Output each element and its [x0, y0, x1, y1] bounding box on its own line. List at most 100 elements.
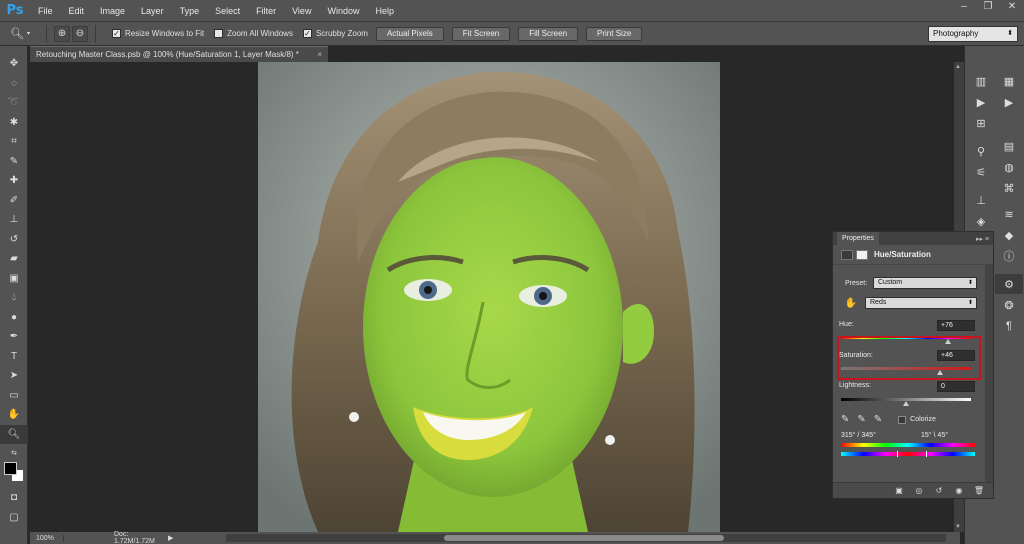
menu-edit[interactable]: Edit: [61, 0, 93, 22]
status-zoom[interactable]: 100%: [30, 534, 64, 542]
close-button[interactable]: ✕: [1000, 0, 1024, 14]
clone-stamp-tool-icon[interactable]: ⊥: [0, 210, 28, 230]
hand-tool-icon[interactable]: ✋: [0, 405, 28, 425]
hue-value-input[interactable]: +76: [937, 320, 975, 331]
zoom-tool-icon[interactable]: 🔍︎: [0, 424, 28, 444]
zoom-in-button[interactable]: ⊕: [54, 25, 70, 42]
stack-icon[interactable]: ≋: [995, 204, 1023, 224]
print-size-button[interactable]: Print Size: [586, 26, 643, 41]
pen-tool-icon[interactable]: ✒: [0, 327, 28, 347]
menu-type[interactable]: Type: [172, 0, 208, 22]
crop-tool-icon[interactable]: ⌗: [0, 132, 28, 152]
workspace-select[interactable]: Photography ⬍: [928, 26, 1018, 42]
menu-layer[interactable]: Layer: [133, 0, 172, 22]
zoom-all-windows-option[interactable]: Zoom All Windows: [214, 29, 293, 38]
path-select-tool-icon[interactable]: ➤: [0, 366, 28, 386]
resize-windows-option[interactable]: ✓ Resize Windows to Fit: [112, 29, 204, 38]
menu-image[interactable]: Image: [92, 0, 133, 22]
quick-select-tool-icon[interactable]: ✱: [0, 113, 28, 133]
type-tool-icon[interactable]: T: [0, 347, 28, 367]
actions-play-icon[interactable]: ▶: [967, 92, 995, 112]
menu-window[interactable]: Window: [319, 0, 367, 22]
scrubby-zoom-option[interactable]: ✓ Scrubby Zoom: [302, 29, 368, 38]
healing-brush-tool-icon[interactable]: ✚: [0, 171, 28, 191]
color-swatches[interactable]: [0, 458, 28, 488]
saturation-slider-track[interactable]: [841, 367, 971, 375]
horizontal-scrollbar[interactable]: [226, 534, 946, 542]
eraser-tool-icon[interactable]: ▰: [0, 249, 28, 269]
histogram-icon[interactable]: ▥: [967, 71, 995, 91]
scroll-down-icon[interactable]: ▼: [955, 524, 961, 530]
shape-tool-icon[interactable]: ▭: [0, 386, 28, 406]
scroll-up-icon[interactable]: ▲: [955, 64, 961, 70]
marquee-tool-icon[interactable]: ◌: [0, 74, 28, 94]
fit-screen-button[interactable]: Fit Screen: [451, 26, 511, 41]
layers-icon[interactable]: ◈: [967, 211, 995, 231]
channels-icon[interactable]: ◍: [995, 157, 1023, 177]
channel-dropdown[interactable]: Reds ⬍: [865, 297, 977, 309]
adjustment-icon[interactable]: [841, 249, 853, 260]
swatches-icon[interactable]: ▤: [995, 136, 1023, 156]
move-tool-icon[interactable]: ✥: [0, 54, 28, 74]
saturation-slider-thumb[interactable]: [937, 370, 943, 375]
photo-canvas[interactable]: [258, 62, 720, 532]
properties-icon[interactable]: ⚙: [995, 274, 1023, 294]
layers-stack-icon[interactable]: ◆: [995, 225, 1023, 245]
view-previous-icon[interactable]: ◎: [909, 486, 929, 495]
canvas-area[interactable]: [30, 62, 954, 532]
navigator-icon[interactable]: ▶: [995, 92, 1023, 112]
horizontal-scroll-thumb[interactable]: [444, 535, 724, 541]
paths-icon[interactable]: ⌘: [995, 178, 1023, 198]
close-tab-icon[interactable]: ×: [317, 47, 322, 63]
resize-windows-checkbox[interactable]: ✓: [112, 29, 121, 38]
minimize-button[interactable]: –: [952, 0, 976, 14]
menu-filter[interactable]: Filter: [248, 0, 284, 22]
foreground-color-swatch[interactable]: [4, 462, 17, 475]
zoom-out-button[interactable]: ⊖: [72, 25, 88, 42]
scrubby-zoom-checkbox[interactable]: ✓: [302, 29, 312, 38]
blur-tool-icon[interactable]: 💧︎: [0, 288, 28, 308]
history-brush-tool-icon[interactable]: ↺: [0, 230, 28, 250]
menu-file[interactable]: File: [30, 0, 61, 22]
restore-button[interactable]: ❐: [976, 0, 1000, 14]
lightness-slider-thumb[interactable]: [903, 401, 909, 406]
lightness-slider-track[interactable]: [841, 398, 971, 406]
menu-select[interactable]: Select: [207, 0, 248, 22]
history-icon[interactable]: ⊞: [967, 113, 995, 133]
paragraph-icon[interactable]: ¶: [995, 316, 1023, 336]
document-tab[interactable]: Retouching Master Class.psb @ 100% (Hue/…: [30, 46, 328, 62]
colorize-checkbox[interactable]: [898, 415, 907, 424]
mask-icon[interactable]: [856, 249, 868, 260]
preset-dropdown[interactable]: Custom ⬍: [873, 277, 977, 289]
status-menu-icon[interactable]: ▶: [168, 534, 173, 542]
output-color-ramp[interactable]: [841, 451, 975, 457]
info-icon[interactable]: ⓘ: [995, 246, 1023, 266]
lasso-tool-icon[interactable]: ➰: [0, 93, 28, 113]
gradient-tool-icon[interactable]: ▣: [0, 269, 28, 289]
brush-tool-icon[interactable]: ✐: [0, 191, 28, 211]
dodge-tool-icon[interactable]: ●: [0, 308, 28, 328]
properties-tab[interactable]: Properties: [837, 232, 879, 245]
reset-icon[interactable]: ↺: [929, 486, 949, 495]
clone-source-icon[interactable]: ⊥: [967, 190, 995, 210]
panel-menu-icon[interactable]: ▸▸ ≡: [976, 235, 989, 243]
screen-mode-icon[interactable]: ▢: [0, 508, 28, 528]
menu-help[interactable]: Help: [367, 0, 402, 22]
visibility-eye-icon[interactable]: ◉: [949, 486, 969, 495]
brush-presets-icon[interactable]: ⚲: [967, 141, 995, 161]
zoom-all-windows-checkbox[interactable]: [214, 29, 224, 38]
delete-icon[interactable]: 🗑︎: [969, 486, 989, 495]
eyedropper-tool-icon[interactable]: ✎: [0, 152, 28, 172]
eyedropper-minus-icon[interactable]: ✎: [874, 414, 882, 425]
swap-colors-icon[interactable]: ⇆: [0, 448, 28, 458]
saturation-value-input[interactable]: +46: [937, 350, 975, 361]
properties-scrollbar[interactable]: [985, 265, 993, 483]
menu-view[interactable]: View: [284, 0, 319, 22]
adjustments-icon[interactable]: ⚟: [967, 162, 995, 182]
clip-to-layer-icon[interactable]: ▣: [889, 486, 909, 495]
quick-mask-icon[interactable]: ◘: [0, 488, 28, 508]
fill-screen-button[interactable]: Fill Screen: [518, 26, 579, 41]
actual-pixels-button[interactable]: Actual Pixels: [375, 26, 444, 41]
color-icon[interactable]: ❂: [995, 295, 1023, 315]
eyedropper-plus-icon[interactable]: ✎: [857, 414, 865, 425]
